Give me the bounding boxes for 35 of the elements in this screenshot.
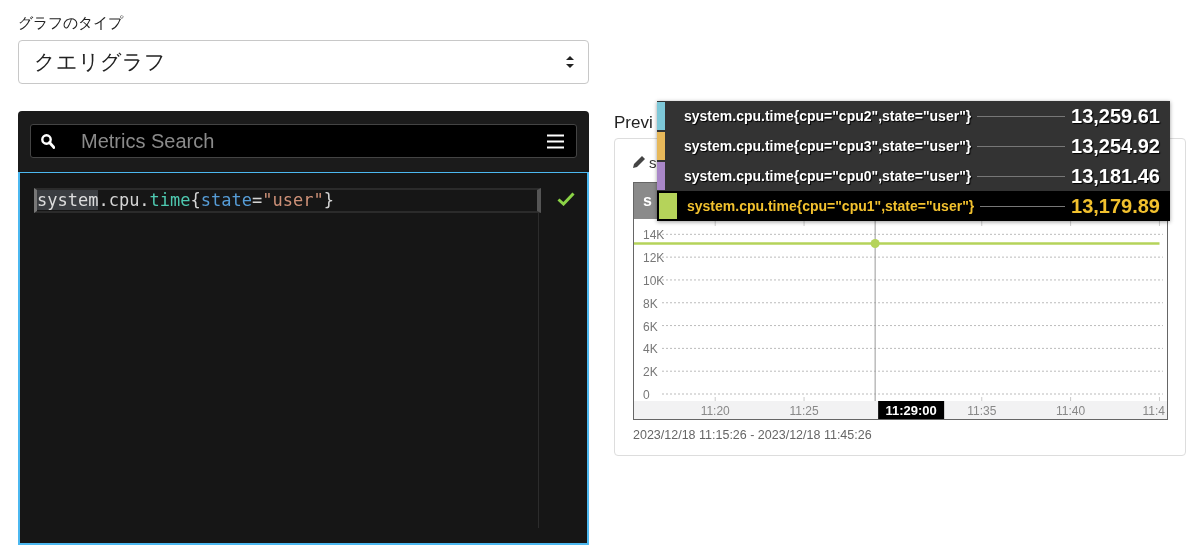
y-axis-label: 4K xyxy=(643,342,658,357)
x-axis-label: 11:40 xyxy=(1056,404,1086,418)
pencil-icon[interactable] xyxy=(631,154,647,170)
y-axis-label: 10K xyxy=(643,273,665,288)
y-axis-label: 2K xyxy=(643,365,658,380)
x-axis-label: 11:4 xyxy=(1142,404,1165,418)
x-axis-label: 11:35 xyxy=(967,404,997,418)
series-value: 13,179.89 xyxy=(1071,194,1161,218)
y-axis-label: 8K xyxy=(643,296,658,311)
y-axis-label: 14K xyxy=(643,228,665,243)
y-axis-label: 12K xyxy=(643,251,665,266)
y-axis-label: 6K xyxy=(643,319,658,334)
series-label: system.cpu.time{cpu="cpu1",state="user"} xyxy=(687,198,975,214)
search-icon xyxy=(41,133,55,149)
updown-caret-icon xyxy=(566,56,574,68)
x-axis-label: 11:25 xyxy=(789,404,819,418)
series-value: 13,181.46 xyxy=(1071,164,1161,188)
series-label: system.cpu.time{cpu="cpu0",state="user"} xyxy=(684,168,972,184)
metrics-search-field[interactable]: Metrics Search xyxy=(30,124,577,158)
time-range: 2023/12/18 11:15:26 - 2023/12/18 11:45:26 xyxy=(633,428,872,442)
series-label: system.cpu.time{cpu="cpu2",state="user"} xyxy=(684,108,972,124)
chart-header-title: s xyxy=(643,191,652,211)
x-axis-label: 11:20 xyxy=(700,404,730,418)
y-axis-label: 0 xyxy=(643,388,650,402)
series-value: 13,254.92 xyxy=(1071,134,1161,158)
chart-title: s xyxy=(649,153,657,171)
code-editor[interactable]: system.cpu.time{state="user"} xyxy=(18,172,589,545)
crosshair-time-label: 11:29:00 xyxy=(878,401,945,419)
series-label: system.cpu.time{cpu="cpu3",state="user"} xyxy=(684,138,972,154)
field-label: グラフのタイプ xyxy=(18,13,123,33)
preview-heading: Previ xyxy=(614,112,653,134)
search-input[interactable]: Metrics Search xyxy=(79,128,547,154)
graph-type-select[interactable]: クエリグラフ xyxy=(18,40,589,84)
series-value: 13,259.61 xyxy=(1071,104,1161,128)
menu-icon[interactable] xyxy=(547,133,564,149)
